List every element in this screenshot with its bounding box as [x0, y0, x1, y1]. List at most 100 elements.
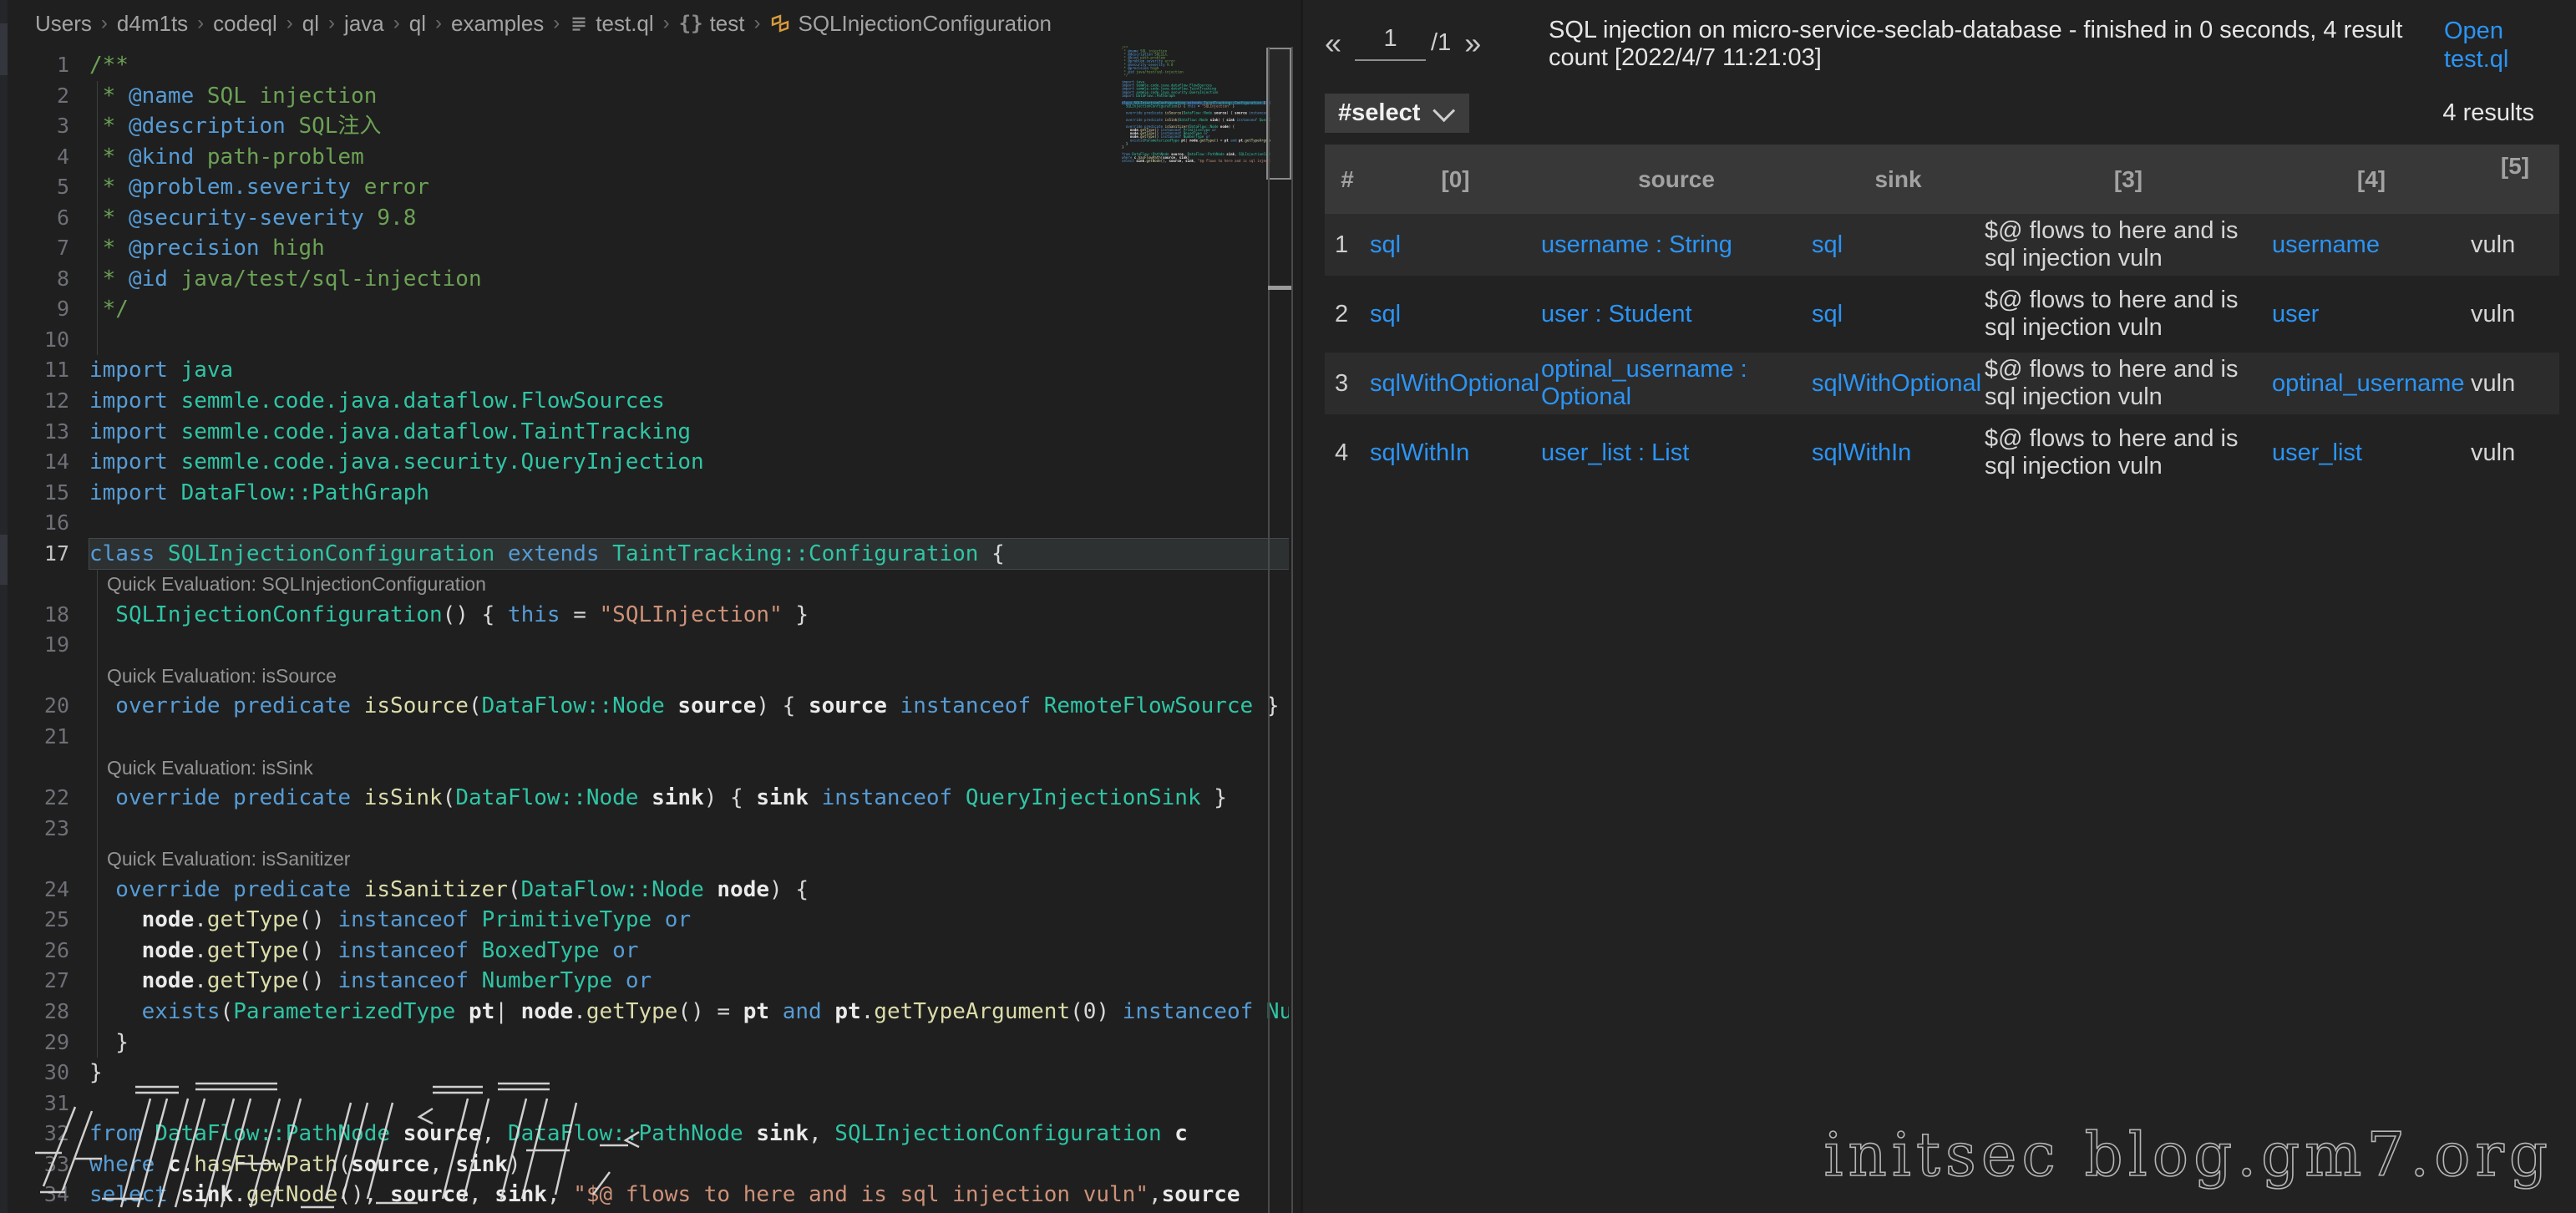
last-page-button[interactable]: » — [1464, 31, 1481, 56]
line-number: 2 — [0, 81, 69, 112]
code-line[interactable]: 16 — [0, 508, 1289, 539]
code-line[interactable]: 7 * @precision high — [0, 233, 1289, 264]
line-number: 3 — [0, 111, 69, 142]
result-link[interactable]: user_list — [2272, 439, 2362, 466]
result-link[interactable]: optinal_username — [2272, 370, 2465, 397]
codelens-quick-evaluation[interactable]: Quick Evaluation: isSink — [0, 753, 1289, 784]
result-link[interactable]: sqlWithOptional — [1370, 370, 1539, 397]
result-link[interactable]: optinal_username : Optional — [1541, 356, 1747, 410]
result-cell: 4 — [1325, 419, 1370, 488]
line-number: 22 — [0, 783, 69, 814]
code-line[interactable]: 8 * @id java/test/sql-injection — [0, 264, 1289, 295]
scrollbar-marker — [1268, 286, 1291, 290]
result-cell: user_list : List — [1541, 419, 1812, 488]
result-set-select[interactable]: #select — [1325, 94, 1469, 133]
breadcrumb-item[interactable]: examples — [451, 11, 544, 37]
results-column-header[interactable]: [0] — [1370, 145, 1541, 214]
first-page-button[interactable]: « — [1325, 31, 1341, 56]
breadcrumb-separator: › — [328, 12, 335, 35]
code-line[interactable]: 9 */ — [0, 294, 1289, 325]
result-link[interactable]: user — [2272, 301, 2319, 327]
line-number: 29 — [0, 1028, 69, 1058]
code-line[interactable]: 27 node.getType() instanceof NumberType … — [0, 966, 1289, 997]
code-line[interactable]: 28 exists(ParameterizedType pt| node.get… — [0, 997, 1289, 1028]
code-line[interactable]: 6 * @security-severity 9.8 — [0, 203, 1289, 234]
codelens-quick-evaluation[interactable]: Quick Evaluation: isSource — [0, 661, 1289, 692]
result-link[interactable]: sql — [1812, 231, 1843, 258]
code-line[interactable]: 17class SQLInjectionConfiguration extend… — [0, 539, 1289, 570]
page-number-input[interactable]: 1 — [1355, 25, 1426, 61]
result-link[interactable]: sql — [1812, 301, 1843, 327]
result-link[interactable]: sqlWithIn — [1812, 439, 1911, 466]
result-link[interactable]: user : Student — [1541, 301, 1692, 327]
result-cell: sql — [1370, 280, 1541, 349]
result-cell: user : Student — [1541, 280, 1812, 349]
code-line[interactable]: 10 — [0, 325, 1289, 356]
minimap[interactable]: /** * @name SQL injection * @description… — [1122, 46, 1270, 168]
results-column-header[interactable]: [3] — [1985, 145, 2272, 214]
code-editor[interactable]: Users›d4m1ts›codeql›ql›java›ql›examples›… — [0, 0, 1301, 1213]
results-column-header[interactable]: [4] — [2272, 145, 2471, 214]
line-number: 16 — [0, 508, 69, 539]
code-line[interactable]: 20 override predicate isSource(DataFlow:… — [0, 691, 1289, 722]
code-line[interactable]: 4 * @kind path-problem — [0, 142, 1289, 173]
results-column-header[interactable]: # — [1325, 145, 1370, 214]
code-area[interactable]: 1/**2 * @name SQL injection3 * @descript… — [0, 47, 1289, 1213]
line-number: 14 — [0, 447, 69, 478]
breadcrumb-item[interactable]: java — [344, 11, 384, 37]
result-link[interactable]: username : String — [1541, 231, 1732, 258]
code-line[interactable]: 26 node.getType() instanceof BoxedType o… — [0, 936, 1289, 967]
code-line[interactable]: 29 } — [0, 1028, 1289, 1058]
code-line[interactable]: 19 — [0, 630, 1289, 661]
code-line[interactable]: 5 * @problem.severity error — [0, 172, 1289, 203]
code-line[interactable]: 30} — [0, 1058, 1289, 1089]
open-query-link[interactable]: Open test.ql — [2444, 17, 2543, 74]
results-column-header[interactable]: [5] — [2471, 145, 2559, 214]
code-line[interactable]: 18 SQLInjectionConfiguration() { this = … — [0, 600, 1289, 631]
result-link[interactable]: username — [2272, 231, 2380, 258]
breadcrumb-item[interactable]: ql — [302, 11, 319, 37]
breadcrumb-item[interactable]: ql — [409, 11, 426, 37]
codelens-quick-evaluation[interactable]: Quick Evaluation: isSanitizer — [0, 844, 1289, 875]
scrollbar-track[interactable] — [1291, 47, 1293, 1213]
code-line[interactable]: 13import semmle.code.java.dataflow.Taint… — [0, 417, 1289, 448]
code-line[interactable]: 12import semmle.code.java.dataflow.FlowS… — [0, 386, 1289, 417]
code-line[interactable]: 21 — [0, 722, 1289, 753]
code-line[interactable]: 31 — [0, 1089, 1289, 1119]
result-cell: username — [2272, 214, 2471, 280]
breadcrumb-separator: › — [197, 12, 204, 35]
breadcrumb-item[interactable]: test.ql — [596, 11, 653, 37]
results-column-header[interactable]: source — [1541, 145, 1812, 214]
code-line[interactable]: 14import semmle.code.java.security.Query… — [0, 447, 1289, 478]
result-link[interactable]: sql — [1370, 301, 1401, 327]
code-line[interactable]: 23 — [0, 814, 1289, 845]
code-line[interactable]: 25 node.getType() instanceof PrimitiveTy… — [0, 905, 1289, 936]
code-line[interactable]: 32from DataFlow::PathNode source, DataFl… — [0, 1119, 1289, 1150]
code-line[interactable]: 15import DataFlow::PathGraph — [0, 478, 1289, 509]
code-line[interactable]: 11import java — [0, 355, 1289, 386]
result-link[interactable]: sqlWithOptional — [1812, 370, 1981, 397]
pagination: « 1 /1 » — [1325, 17, 1534, 61]
code-line[interactable]: 33where c.hasFlowPath(source, sink) — [0, 1150, 1289, 1180]
code-line[interactable]: 22 override predicate isSink(DataFlow::N… — [0, 783, 1289, 814]
line-number: 28 — [0, 997, 69, 1028]
breadcrumb-item[interactable]: d4m1ts — [117, 11, 188, 37]
code-line[interactable]: 2 * @name SQL injection — [0, 81, 1289, 112]
scrollbar-track[interactable] — [1268, 47, 1270, 1213]
breadcrumb-separator: › — [287, 12, 293, 35]
breadcrumb-item[interactable]: SQLInjectionConfiguration — [798, 11, 1052, 37]
code-line[interactable]: 34select sink.getNode(), source, sink, "… — [0, 1180, 1289, 1210]
code-line[interactable]: 3 * @description SQL注入 — [0, 111, 1289, 142]
breadcrumb-item[interactable]: codeql — [213, 11, 277, 37]
code-line[interactable]: 1/** — [0, 50, 1289, 81]
results-column-header[interactable]: sink — [1812, 145, 1985, 214]
result-link[interactable]: sqlWithIn — [1370, 439, 1469, 466]
result-link[interactable]: user_list : List — [1541, 439, 1689, 466]
breadcrumb-item[interactable]: test — [710, 11, 745, 37]
result-link[interactable]: sql — [1370, 231, 1401, 258]
result-cell: user_list — [2272, 419, 2471, 488]
codelens-quick-evaluation[interactable]: Quick Evaluation: SQLInjectionConfigurat… — [0, 569, 1289, 600]
minimap-slider[interactable] — [1266, 48, 1291, 180]
code-line[interactable]: 24 override predicate isSanitizer(DataFl… — [0, 875, 1289, 906]
breadcrumb-item[interactable]: Users — [35, 11, 92, 37]
